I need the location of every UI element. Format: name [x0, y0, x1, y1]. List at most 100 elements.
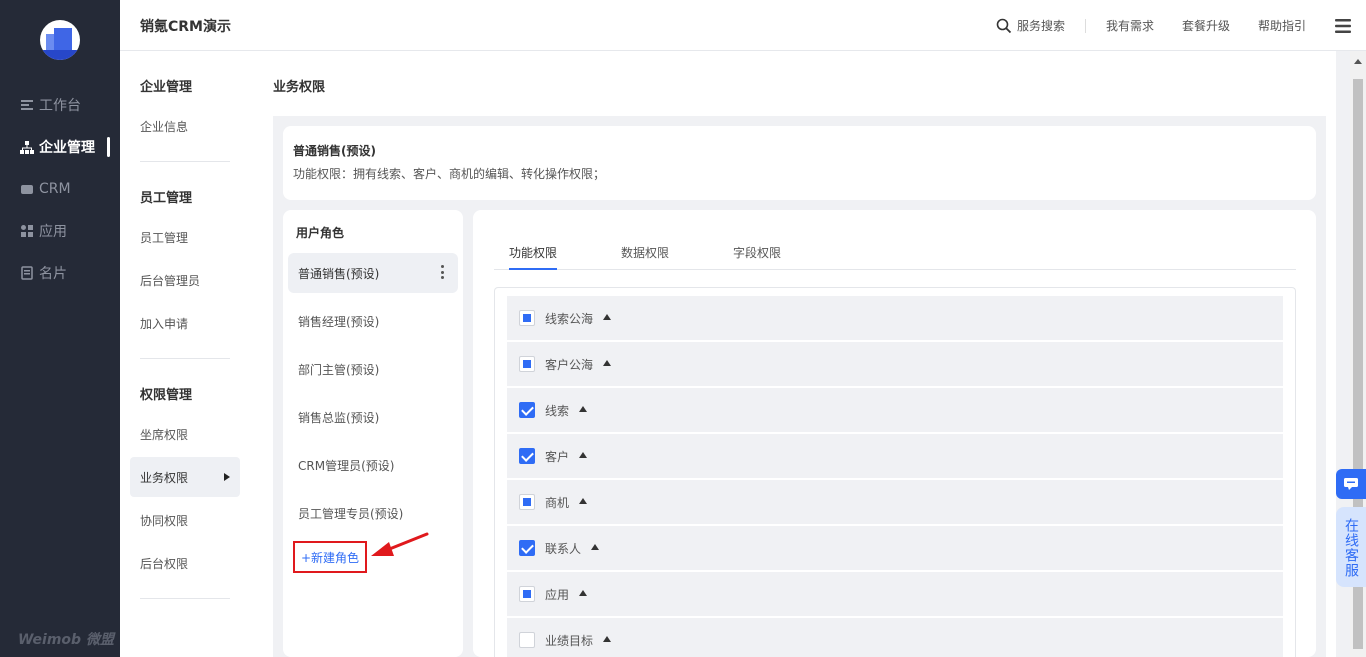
- app-title: 销氪CRM演示: [140, 19, 231, 35]
- role-summary-desc: 功能权限：拥有线索、客户、商机的编辑、转化操作权限；: [293, 167, 606, 181]
- tab-data-permissions[interactable]: 数据权限: [621, 244, 669, 270]
- group-title-permissions: 权限管理: [140, 388, 193, 403]
- page-title: 业务权限: [273, 80, 326, 95]
- header-links: 服务搜索 我有需求 套餐升级 帮助指引: [982, 0, 1366, 51]
- app-logo[interactable]: [40, 20, 80, 60]
- permission-checkbox[interactable]: [519, 494, 535, 510]
- sidebar-item-backend-permissions[interactable]: 后台权限: [130, 543, 240, 583]
- permission-label: 线索: [545, 403, 570, 418]
- permission-checkbox[interactable]: [519, 586, 535, 602]
- sidebar-item-enterprise-info[interactable]: 企业信息: [130, 106, 240, 146]
- permission-label: 联系人: [545, 541, 582, 556]
- service-search-button[interactable]: 服务搜索: [982, 17, 1079, 34]
- more-vertical-icon[interactable]: [440, 265, 444, 279]
- apps-icon: [21, 225, 33, 237]
- caret-up-icon[interactable]: [603, 636, 612, 642]
- permissions-panel: 普通销售(预设) 功能权限：拥有线索、客户、商机的编辑、转化操作权限； 用户角色…: [273, 116, 1326, 657]
- permission-label: 业绩目标: [545, 633, 594, 648]
- permission-row[interactable]: 客户公海: [507, 342, 1283, 386]
- sidebar-item-admins[interactable]: 后台管理员: [130, 260, 240, 300]
- role-item[interactable]: 销售经理(预设): [288, 301, 458, 341]
- permission-checkbox[interactable]: [519, 632, 535, 648]
- crm-icon: [21, 185, 33, 194]
- sidebar-item-collab-permissions[interactable]: 协同权限: [130, 500, 240, 540]
- rail-item-crm[interactable]: CRM: [0, 168, 120, 210]
- online-service-label: 在线客服: [1343, 518, 1359, 578]
- sidebar-item-staff[interactable]: 员工管理: [130, 217, 240, 257]
- roles-title: 用户角色: [296, 226, 345, 240]
- permission-row[interactable]: 联系人: [507, 526, 1283, 570]
- chat-icon: [1344, 478, 1358, 490]
- sidebar-item-business-permissions[interactable]: 业务权限: [130, 457, 240, 497]
- top-header: 销氪CRM演示 服务搜索 我有需求 套餐升级 帮助指引: [120, 0, 1366, 51]
- rail-nav: 工作台 企业管理 CRM 应用 名片: [0, 84, 120, 294]
- role-item[interactable]: 员工管理专员(预设): [288, 493, 458, 533]
- sidebar-item-seat-permissions[interactable]: 坐席权限: [130, 414, 240, 454]
- permission-label: 线索公海: [545, 311, 594, 326]
- rail-item-label: 名片: [39, 266, 67, 282]
- hamburger-icon: [1335, 18, 1351, 33]
- role-summary-name: 普通销售(预设): [293, 144, 376, 158]
- roles-list: 用户角色 普通销售(预设) 销售经理(预设) 部门主管(预设) 销售总监(预设)…: [283, 210, 463, 657]
- permission-row[interactable]: 客户: [507, 434, 1283, 478]
- caret-up-icon[interactable]: [579, 406, 588, 412]
- settings-sidebar: 企业管理 企业信息 员工管理 员工管理 后台管理员 加入申请 权限管理 坐席权限…: [120, 51, 262, 657]
- group-title-staff: 员工管理: [140, 191, 193, 206]
- new-role-button[interactable]: +新建角色: [293, 541, 367, 573]
- sidebar-item-join-requests[interactable]: 加入申请: [130, 303, 240, 343]
- sidebar-item-label: 业务权限: [140, 470, 189, 485]
- role-item[interactable]: CRM管理员(预设): [288, 445, 458, 485]
- role-summary-card: 普通销售(预设) 功能权限：拥有线索、客户、商机的编辑、转化操作权限；: [283, 126, 1316, 200]
- permission-row[interactable]: 线索: [507, 388, 1283, 432]
- rail-item-enterprise[interactable]: 企业管理: [0, 126, 120, 168]
- sidebar-divider: [140, 161, 230, 162]
- online-service-button[interactable]: 在线客服: [1336, 507, 1366, 587]
- upgrade-link[interactable]: 套餐升级: [1168, 17, 1244, 34]
- role-item[interactable]: 部门主管(预设): [288, 349, 458, 389]
- permission-checkbox[interactable]: [519, 310, 535, 326]
- permission-checkbox[interactable]: [519, 356, 535, 372]
- permission-row[interactable]: 应用: [507, 572, 1283, 616]
- main-content: 业务权限 普通销售(预设) 功能权限：拥有线索、客户、商机的编辑、转化操作权限；…: [262, 51, 1336, 657]
- role-item[interactable]: 销售总监(预设): [288, 397, 458, 437]
- caret-up-icon[interactable]: [603, 314, 612, 320]
- sidebar-divider: [140, 358, 230, 359]
- feedback-button[interactable]: [1336, 469, 1366, 499]
- role-label: 普通销售(预设): [298, 266, 380, 281]
- permission-row[interactable]: 业绩目标: [507, 618, 1283, 657]
- rail-item-label: 工作台: [39, 98, 81, 114]
- permission-tree: 线索公海 客户公海 线索 客户 商机 联系人 应用 业绩目标: [494, 287, 1296, 657]
- caret-up-icon[interactable]: [579, 452, 588, 458]
- caret-up-icon[interactable]: [579, 590, 588, 596]
- scroll-up-icon[interactable]: [1354, 59, 1362, 64]
- permission-label: 商机: [545, 495, 570, 510]
- rail-item-label: CRM: [39, 181, 71, 197]
- rail-item-workbench[interactable]: 工作台: [0, 84, 120, 126]
- permission-settings: 功能权限 数据权限 字段权限 线索公海 客户公海 线索 客户 商机 联系人 应用…: [473, 210, 1316, 657]
- list-icon: [21, 100, 33, 110]
- permission-checkbox[interactable]: [519, 448, 535, 464]
- permission-checkbox[interactable]: [519, 402, 535, 418]
- menu-button[interactable]: [1320, 0, 1366, 51]
- caret-up-icon[interactable]: [579, 498, 588, 504]
- role-item[interactable]: 普通销售(预设): [288, 253, 458, 293]
- tab-field-permissions[interactable]: 字段权限: [733, 244, 781, 270]
- permission-row[interactable]: 线索公海: [507, 296, 1283, 340]
- brand-logo: Weimob 微盟: [18, 632, 114, 648]
- tab-function-permissions[interactable]: 功能权限: [509, 244, 558, 270]
- caret-up-icon[interactable]: [591, 544, 600, 550]
- rail-item-label: 应用: [39, 224, 67, 240]
- permission-label: 客户公海: [545, 357, 594, 372]
- permission-label: 应用: [545, 587, 570, 602]
- rail-item-apps[interactable]: 应用: [0, 210, 120, 252]
- service-search-label: 服务搜索: [1016, 19, 1065, 33]
- permission-checkbox[interactable]: [519, 540, 535, 556]
- needs-link[interactable]: 我有需求: [1092, 17, 1168, 34]
- rail-item-card[interactable]: 名片: [0, 252, 120, 294]
- search-icon: [996, 18, 1012, 33]
- header-divider: [1084, 18, 1086, 33]
- caret-right-icon: [224, 473, 230, 481]
- permission-row[interactable]: 商机: [507, 480, 1283, 524]
- help-link[interactable]: 帮助指引: [1244, 17, 1320, 34]
- caret-up-icon[interactable]: [603, 360, 612, 366]
